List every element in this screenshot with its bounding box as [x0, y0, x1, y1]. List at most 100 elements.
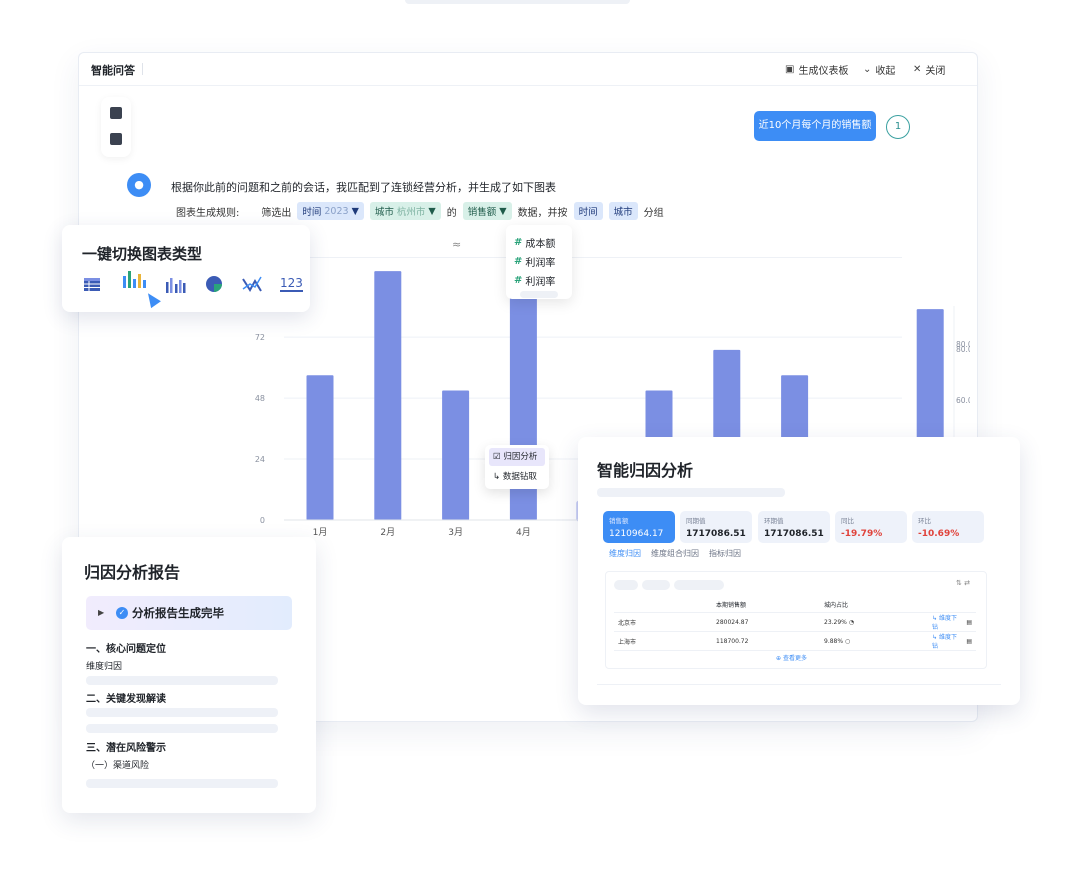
- chart-icon: ▤: [966, 637, 972, 645]
- table-action[interactable]: ▤: [962, 631, 976, 651]
- drill-down-link[interactable]: ↳ 维度下钻: [928, 631, 963, 651]
- drill-down-link[interactable]: ↳ 维度下钻: [928, 612, 963, 632]
- kpi-value: 1717086.51: [764, 529, 824, 539]
- line-chart-icon[interactable]: [242, 275, 262, 293]
- y-tick-label: 48: [255, 394, 265, 403]
- time-filter-chip[interactable]: 时间 2023 ▼: [297, 202, 364, 220]
- kpi-value: 1210964.17: [609, 529, 664, 539]
- report-complete-banner[interactable]: ▶ ✓ 分析报告生成完毕: [86, 596, 292, 630]
- generate-dashboard-button[interactable]: ▣ 生成仪表板: [785, 62, 848, 77]
- tab-dimension[interactable]: 维度归因: [609, 548, 641, 559]
- plus-circle-icon: ⊕: [776, 655, 783, 662]
- attribution-title: 智能归因分析: [597, 461, 694, 480]
- smart-attribution-card: 智能归因分析 销售额 1210964.17 同期值 1717086.51 环期值…: [578, 437, 1020, 705]
- section-heading: 一、核心问题定位: [86, 644, 166, 655]
- kpi-prev-period[interactable]: 环期值 1717086.51: [758, 511, 830, 543]
- kpi-yoy[interactable]: 同比 -19.79%: [835, 511, 907, 543]
- pie-chart-icon[interactable]: [205, 275, 223, 293]
- kpi-mom[interactable]: 环比 -10.69%: [912, 511, 984, 543]
- kpi-same-period[interactable]: 同期值 1717086.51: [680, 511, 752, 543]
- metric-option[interactable]: # 利润率: [514, 273, 555, 288]
- table-cell: 118700.72: [712, 631, 820, 651]
- x-tick-label: 3月: [448, 527, 463, 538]
- y2-tick-label: 60.00%: [956, 396, 970, 405]
- metric-chip-label: 销售额: [467, 207, 497, 218]
- metric-option-label: 利润率: [525, 258, 556, 269]
- attribution-analysis-item[interactable]: ☑ 归因分析: [489, 448, 545, 466]
- placeholder-line: [86, 779, 278, 788]
- table-cell: 9.88% ○: [820, 631, 928, 651]
- collapse-button[interactable]: ⌄ 收起: [863, 62, 895, 77]
- placeholder-line: [86, 708, 278, 717]
- of-word: 的: [446, 207, 457, 219]
- share-value: 23.29%: [824, 618, 847, 626]
- drill-icon: ↳: [932, 634, 939, 641]
- metric-option[interactable]: # 利润率: [514, 254, 555, 269]
- divider: [597, 684, 1001, 685]
- card-title: 一键切换图表类型: [82, 245, 203, 263]
- check-circle-icon: ✓: [116, 607, 128, 619]
- group-time-chip[interactable]: 时间: [573, 202, 603, 220]
- x-tick-label: 2月: [380, 527, 395, 538]
- pointer-cursor-icon: [143, 289, 161, 309]
- ring-icon: ◔: [848, 618, 855, 626]
- menu-label: 归因分析: [503, 452, 538, 462]
- section-sub: 维度归因: [86, 662, 123, 672]
- close-icon: ✕: [913, 64, 922, 75]
- switch-chart-type-card: 一键切换图表类型 123: [62, 225, 310, 312]
- dropdown-icon: ▼: [499, 205, 507, 217]
- x-tick-label: 1月: [313, 527, 328, 538]
- bar-chart-icon[interactable]: [122, 270, 146, 288]
- attribution-table-panel: ⇅ ⇄ 本期销售额 城内占比 北京市 280024.87 23.29% ◔ ↳ …: [605, 571, 987, 669]
- time-chip-label: 时间: [302, 207, 322, 218]
- sort-icon[interactable]: ⇅ ⇄: [956, 579, 970, 587]
- close-button[interactable]: ✕ 关闭: [913, 62, 945, 77]
- metric-option-label: 利润率: [525, 277, 556, 288]
- metric-chip[interactable]: 销售额 ▼: [462, 202, 512, 220]
- menu-label: 数据钻取: [502, 472, 537, 482]
- drilldown-item[interactable]: ↳ 数据钻取: [489, 468, 545, 486]
- tab-metric[interactable]: 指标归因: [709, 548, 741, 559]
- metric-option[interactable]: # 成本额: [514, 235, 555, 250]
- placeholder-bar: [520, 291, 558, 298]
- shield-icon[interactable]: [110, 133, 122, 145]
- number-icon[interactable]: 123: [280, 276, 303, 292]
- divider: [142, 63, 143, 75]
- kpi-value: -19.79%: [841, 529, 883, 539]
- city-filter-chip[interactable]: 城市 杭州市 ▼: [369, 202, 441, 220]
- filter-icon: ▼: [428, 205, 436, 217]
- table-cell: 280024.87: [712, 612, 820, 632]
- chart-icon: ▤: [966, 618, 972, 626]
- bar-context-menu: ☑ 归因分析 ↳ 数据钻取: [485, 445, 549, 489]
- kpi-value: -10.69%: [918, 529, 960, 539]
- dashboard-icon: ▣: [785, 64, 795, 75]
- table-cell: 23.29% ◔: [820, 612, 928, 632]
- view-more-link[interactable]: ⊕ 查看更多: [776, 653, 807, 662]
- answer-text: 根据你此前的问题和之前的会话，我匹配到了连锁经营分析，并生成了如下图表: [171, 181, 556, 194]
- hash-icon: #: [514, 256, 523, 267]
- attribution-report-card: 归因分析报告 ▶ ✓ 分析报告生成完毕 一、核心问题定位 维度归因 二、关键发现…: [62, 537, 316, 813]
- generate-dashboard-label: 生成仪表板: [798, 66, 849, 77]
- question-index-badge: 1: [886, 115, 910, 139]
- banner-text: 分析报告生成完毕: [132, 606, 224, 620]
- table-header-row: 本期销售额 城内占比: [614, 596, 976, 613]
- close-label: 关闭: [925, 66, 946, 77]
- placeholder-pill: [642, 580, 670, 590]
- table-icon[interactable]: [83, 275, 101, 293]
- y-tick-label: 0: [260, 516, 265, 525]
- time-chip-value: 2023: [324, 205, 349, 217]
- table-header: [928, 596, 963, 613]
- tab-dimension-combo[interactable]: 维度组合归因: [651, 548, 699, 559]
- chart-tool-icon[interactable]: [110, 107, 122, 119]
- placeholder-line: [86, 724, 278, 733]
- link-label: 查看更多: [782, 655, 807, 662]
- placeholder-pill: [614, 580, 638, 590]
- drilldown-icon: ↳: [493, 472, 503, 482]
- group-city-chip[interactable]: 城市: [608, 202, 638, 220]
- table-action[interactable]: ▤: [962, 612, 976, 632]
- kpi-sales[interactable]: 销售额 1210964.17: [603, 511, 675, 543]
- section-sub: （一）渠道风险: [86, 761, 150, 771]
- y-tick-label: 24: [255, 455, 265, 464]
- placeholder-line: [597, 488, 785, 497]
- grouped-bar-icon[interactable]: [165, 275, 187, 293]
